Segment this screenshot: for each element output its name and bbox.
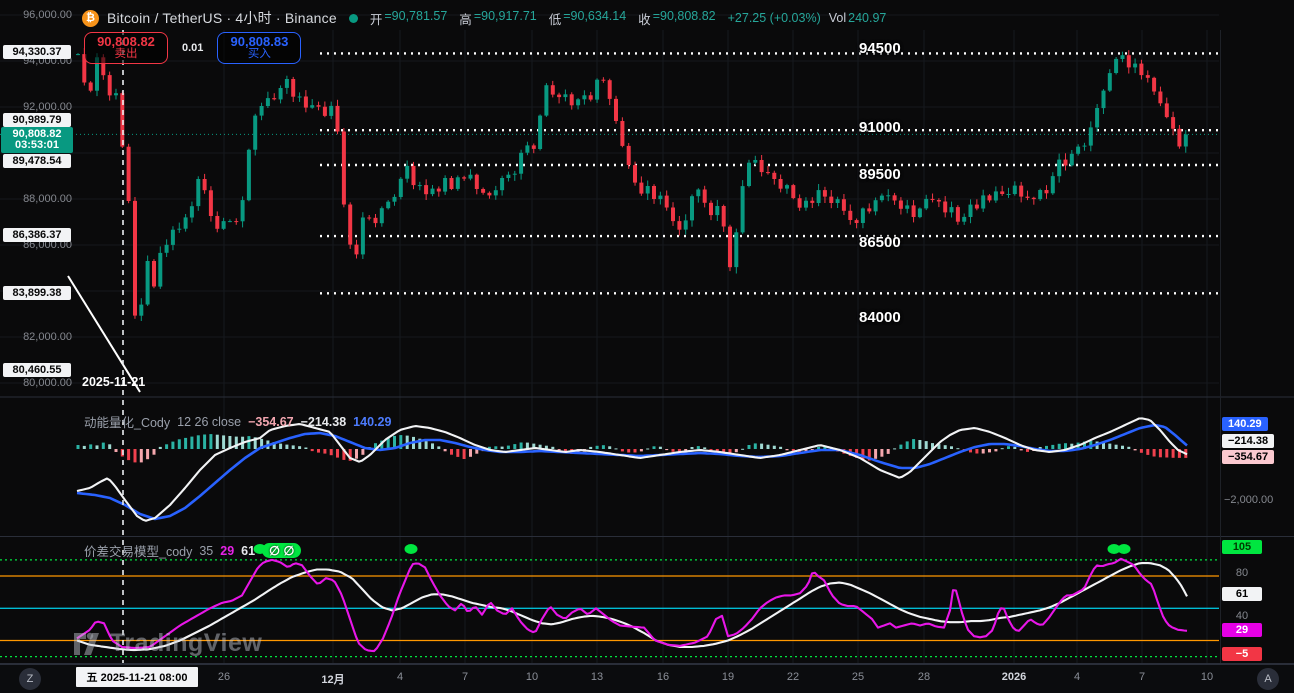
sell-label: 卖出 [115,48,138,61]
panel-separators [0,30,1294,664]
indicator1-axis-tick: −2,000.00 [1224,494,1273,506]
time-axis-tick: 13 [591,671,603,683]
time-axis-tick: 10 [1201,671,1213,683]
time-axis-tick: 7 [462,671,468,683]
tradingview-watermark-text: TradingView [110,629,262,658]
low-label: 低 [549,9,562,28]
time-axis-toolbar: Z 五 2025-11-21 08:00 A 26 12月 4 7 10 13 16 19 22… [0,664,1294,693]
indicator2-axis-label: 105 [1222,540,1262,554]
price-level-axis-label: 83,899.38 [3,286,71,300]
close-label: 收 [638,9,651,28]
indicator1-hist-value: −354.67 [248,415,294,429]
time-axis-tick: 4 [397,671,403,683]
market-status-icon [349,14,358,23]
buy-price: 90,808.83 [231,35,289,48]
level-text-label: 84000 [859,309,901,326]
price-level-axis-label: 94,330.37 [3,45,71,59]
symbol-title[interactable]: Bitcoin / TetherUS · 4小时 · Binance [107,8,337,28]
time-axis-tick: 19 [722,671,734,683]
indicator1-title[interactable]: 动能量化_Cody [84,412,170,431]
indicator2-axis-label: 29 [1222,623,1262,637]
time-axis-tick: 12月 [321,671,344,687]
indicator2-header: 价差交易模型_cody 35 29 61 ∅ ∅ [84,541,301,560]
price-level-axis-label: 90,989.79 [3,113,71,127]
open-label: 开 [370,9,383,28]
bar-countdown: 03:53:01 [1,140,73,151]
signal-dots [254,544,1131,554]
spread-value: 0.01 [182,42,203,54]
indicator2-axis-label: 80 [1222,566,1262,580]
indicator1-header: 动能量化_Cody 12 26 close −354.67 −214.38 14… [84,412,391,431]
indicator1-dea-value: 140.29 [353,415,391,429]
indicator2-params: 35 [199,544,213,558]
level-text-label: 94500 [859,40,901,57]
gridlines [0,15,1219,663]
price-axis-tick: 92,000.00 [0,101,72,113]
low-value: =90,634.14 [563,9,626,28]
price-axis-tick: 80,000.00 [0,377,72,389]
time-axis-tick: 4 [1074,671,1080,683]
chart-header: ₿ Bitcoin / TetherUS · 4小时 · Binance 开=9… [82,8,890,28]
volume-value: 240.97 [848,11,886,25]
current-price-label: 90,808.82 03:53:01 [1,127,73,153]
bitcoin-icon: ₿ [82,10,99,27]
time-axis-tick: 7 [1139,671,1145,683]
price-level-axis-label: 80,460.55 [3,363,71,377]
indicator1-axis-label: −214.38 [1222,434,1274,448]
adjust-button[interactable]: A [1257,668,1279,690]
buy-button[interactable]: 90,808.83 买入 [217,32,301,64]
time-axis-tick: 22 [787,671,799,683]
indicator2-d-value: 61 [241,544,255,558]
sell-button[interactable]: 90,808.82 卖出 [84,32,168,64]
sell-price: 90,808.82 [97,35,155,48]
indicator1-dif-value: −214.38 [301,415,347,429]
time-axis-tick: 26 [218,671,230,683]
price-axis-tick: 88,000.00 [0,193,72,205]
tradingview-logo-icon [74,631,104,657]
buy-label: 买入 [248,48,271,61]
level-text-label: 86500 [859,234,901,251]
price-level-axis-label: 86,386.37 [3,228,71,242]
candlestick-series [76,48,1188,321]
trade-panel: 90,808.82 卖出 0.01 90,808.83 买入 [84,32,301,64]
tradingview-watermark: TradingView [74,629,262,658]
indicator1-params: 12 26 close [177,415,241,429]
time-axis-tick: 16 [657,671,669,683]
time-axis-tick: 2026 [1002,671,1026,683]
macd-series [77,418,1188,520]
chart-canvas[interactable] [0,0,1294,693]
price-level-axis-label: 89,478.54 [3,154,71,168]
high-label: 高 [459,9,472,28]
time-axis-tick: 10 [526,671,538,683]
time-axis-tick: 25 [852,671,864,683]
level-text-label: 91000 [859,119,901,136]
open-value: =90,781.57 [384,9,447,28]
crosshair-date-label: 五 2025-11-21 08:00 [76,667,198,687]
indicator2-signal-dots-value: ∅ ∅ [262,543,301,558]
date-annotation: 2025-11-21 [82,375,145,389]
price-axis-tick: 96,000.00 [0,9,72,21]
indicator2-k-value: 29 [220,544,234,558]
close-value: =90,808.82 [653,9,716,28]
indicator1-axis-label: −354.67 [1222,450,1274,464]
price-axis-tick: 82,000.00 [0,331,72,343]
volume-label: Vol [829,11,846,25]
high-value: =90,917.71 [474,9,537,28]
change-value: +27.25 (+0.03%) [728,11,821,25]
indicator2-axis-label: −5 [1222,647,1262,661]
indicator2-title[interactable]: 价差交易模型_cody [84,541,192,560]
tradingview-chart-window: ₿ Bitcoin / TetherUS · 4小时 · Binance 开=9… [0,0,1294,693]
indicator1-axis-label: 140.29 [1222,417,1268,431]
indicator2-axis-label: 40 [1222,609,1262,623]
indicator2-axis-label: 61 [1222,587,1262,601]
timezone-button[interactable]: Z [19,668,41,690]
level-text-label: 89500 [859,166,901,183]
time-axis-tick: 28 [918,671,930,683]
